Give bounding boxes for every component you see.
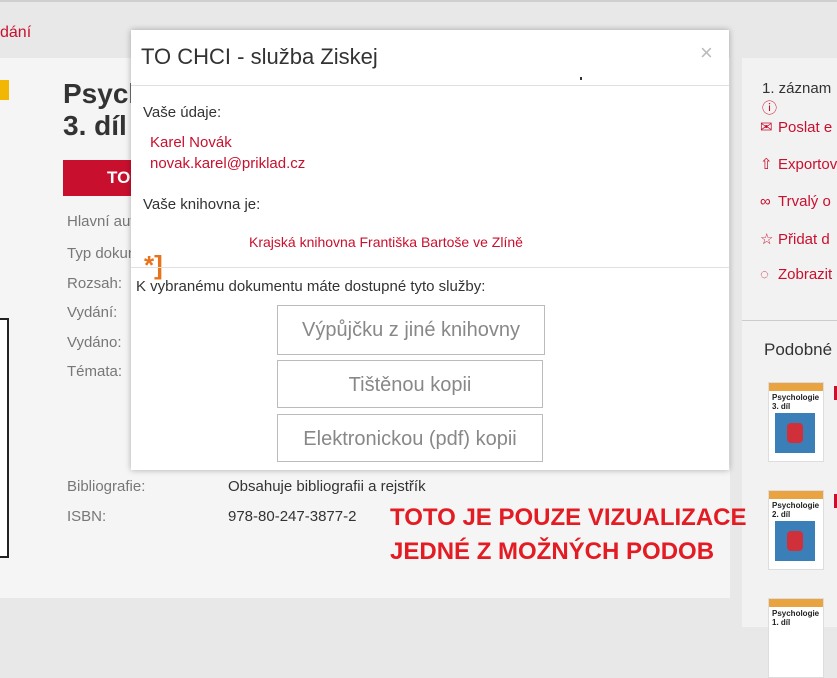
show-comments-link[interactable]: ◌ Zobrazit bbox=[760, 266, 832, 283]
link-icon: ∞ bbox=[760, 193, 771, 210]
library-name: Krajská knihovna Františka Bartoše ve Zl… bbox=[249, 234, 523, 250]
similar-book-thumbnail[interactable]: Psychologie 2. díl bbox=[768, 490, 824, 570]
top-divider bbox=[0, 0, 837, 2]
similar-book-thumbnail[interactable]: Psychologie 3. díl bbox=[768, 382, 824, 462]
add-to-list-link[interactable]: ☆ Přidat d bbox=[760, 230, 830, 248]
interlibrary-loan-button[interactable]: Výpůjčku z jiné knihovny bbox=[277, 305, 545, 355]
visualization-note-line1: TOTO JE POUZE VIZUALIZACE bbox=[390, 504, 747, 531]
printed-copy-button[interactable]: Tištěnou kopii bbox=[277, 360, 543, 408]
info-icon[interactable]: ⓘ bbox=[762, 100, 777, 117]
star-icon: ☆ bbox=[760, 231, 774, 248]
export-icon: ⇧ bbox=[760, 156, 773, 173]
electronic-copy-button[interactable]: Elektronickou (pdf) kopii bbox=[277, 414, 543, 462]
field-value-bibliography: Obsahuje bibliografii a rejstřík bbox=[228, 478, 426, 495]
field-label-extent: Rozsah: bbox=[67, 275, 123, 292]
modal-section-divider bbox=[131, 267, 729, 268]
format-badge bbox=[0, 80, 9, 100]
send-email-link[interactable]: ✉ Poslat e bbox=[760, 118, 832, 136]
similar-heading: Podobné bbox=[764, 340, 833, 359]
field-label-topics: Témata: bbox=[67, 363, 123, 380]
breadcrumb-link[interactable]: dání bbox=[0, 24, 31, 42]
library-logo: *] bbox=[144, 250, 163, 280]
ziskej-modal: TO CHCI - služba Ziskej × Vaše údaje: Ka… bbox=[131, 30, 729, 470]
modal-title: TO CHCI - služba Ziskej bbox=[141, 44, 378, 69]
field-value-isbn: 978-80-247-3877-2 bbox=[228, 508, 357, 525]
user-name: Karel Novák bbox=[150, 134, 232, 151]
services-label: K vybranému dokumentu máte dostupné tyto… bbox=[136, 278, 486, 295]
close-icon[interactable]: × bbox=[700, 40, 713, 66]
field-label-edition: Vydání: bbox=[67, 304, 118, 321]
permalink-link[interactable]: ∞ Trvalý o bbox=[760, 193, 831, 210]
comment-icon: ◌ bbox=[760, 266, 769, 283]
book-cover bbox=[0, 318, 9, 558]
visualization-note-line2: JEDNÉ Z MOŽNÝCH PODOB bbox=[390, 538, 715, 565]
sidebar-divider bbox=[742, 320, 837, 321]
library-label: Vaše knihovna je: bbox=[143, 196, 261, 213]
similar-book-thumbnail[interactable]: Psychologie 1. díl bbox=[768, 598, 824, 678]
envelope-icon: ✉ bbox=[760, 119, 773, 136]
field-label-isbn: ISBN: bbox=[67, 508, 107, 525]
divider-mark bbox=[580, 77, 582, 80]
field-label-bibliography: Bibliografie: bbox=[67, 478, 146, 495]
field-label-author: Hlavní aut bbox=[67, 213, 135, 230]
user-email: novak.karel@priklad.cz bbox=[150, 155, 306, 172]
field-label-type: Typ dokum bbox=[67, 245, 141, 262]
modal-header-divider bbox=[131, 85, 729, 86]
export-link[interactable]: ⇧ Exportov bbox=[760, 155, 837, 173]
user-label: Vaše údaje: bbox=[143, 104, 222, 121]
field-label-published: Vydáno: bbox=[67, 334, 122, 351]
record-count: 1. záznam ⓘ bbox=[762, 80, 832, 117]
